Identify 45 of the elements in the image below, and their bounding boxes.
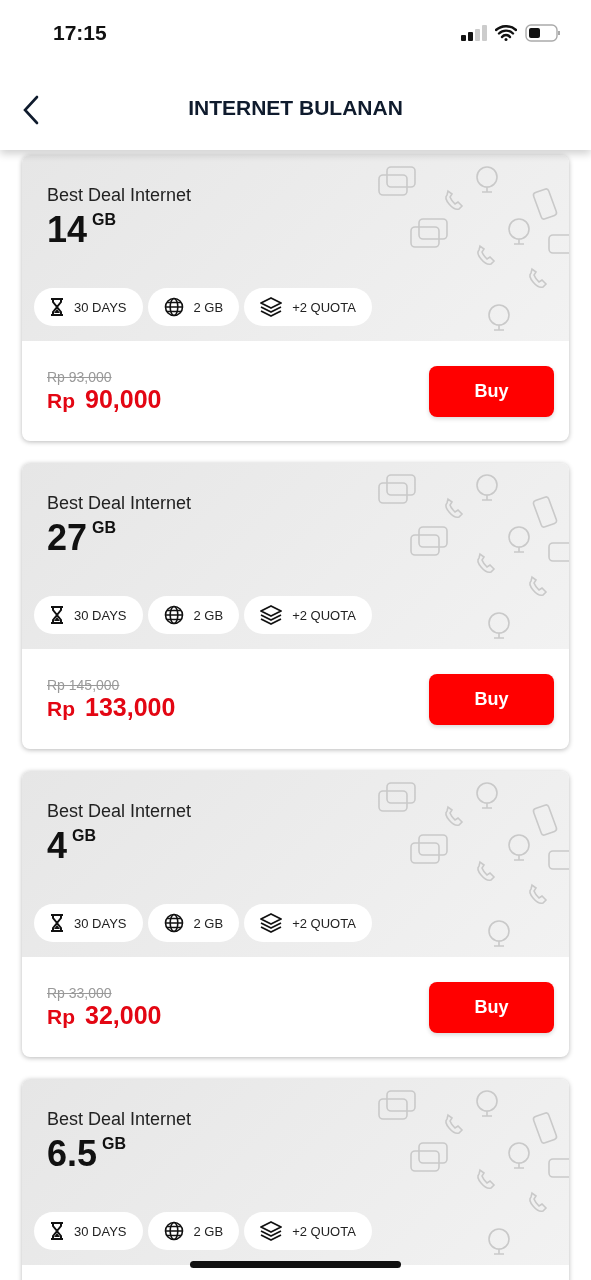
buy-button[interactable]: Buy — [429, 981, 554, 1033]
page-title: INTERNET BULANAN — [188, 95, 403, 120]
benefit-chip: +2 QUOTA — [244, 1212, 372, 1250]
benefit-chip: 2 GB — [147, 904, 240, 942]
original-price: Rp 33,000 — [47, 984, 113, 1001]
currency-label: Rp — [47, 696, 75, 721]
price-amount: 32,000 — [85, 1000, 162, 1030]
package-name: Best Deal Internet — [47, 185, 192, 206]
globe-icon — [163, 605, 184, 625]
signal-icon — [461, 24, 487, 41]
status-time: 17:15 — [53, 20, 107, 45]
benefit-chip: 30 DAYS — [34, 904, 143, 942]
benefit-chip: 2 GB — [147, 288, 240, 326]
layers-icon — [260, 913, 283, 933]
hourglass-icon — [50, 606, 64, 624]
price-amount: 133,000 — [85, 692, 176, 722]
benefit-chip: 30 DAYS — [34, 288, 143, 326]
layers-icon — [260, 1221, 283, 1241]
globe-icon — [163, 297, 184, 317]
hourglass-icon — [50, 914, 64, 932]
benefit-chip: 2 GB — [147, 596, 240, 634]
benefit-chip: +2 QUOTA — [244, 596, 372, 634]
price-amount: 90,000 — [85, 384, 162, 414]
hourglass-icon — [50, 1222, 64, 1240]
globe-icon — [163, 1221, 184, 1241]
package-name: Best Deal Internet — [47, 801, 192, 822]
benefit-chip: 30 DAYS — [34, 596, 143, 634]
original-price: Rp 145,000 — [47, 676, 121, 693]
globe-icon — [163, 913, 184, 933]
benefit-chip: +2 QUOTA — [244, 288, 372, 326]
currency-label: Rp — [47, 1004, 75, 1029]
benefit-chip: +2 QUOTA — [244, 904, 372, 942]
buy-button[interactable]: Buy — [429, 365, 554, 417]
wifi-icon — [495, 24, 517, 41]
benefit-chip: 2 GB — [147, 1212, 240, 1250]
package-name: Best Deal Internet — [47, 493, 192, 514]
hourglass-icon — [50, 298, 64, 316]
benefit-chip: 30 DAYS — [34, 1212, 143, 1250]
original-price: Rp 93,000 — [47, 368, 113, 385]
currency-label: Rp — [47, 388, 75, 413]
layers-icon — [260, 605, 283, 625]
package-name: Best Deal Internet — [47, 1109, 192, 1130]
battery-icon — [525, 23, 561, 42]
buy-button[interactable]: Buy — [429, 673, 554, 725]
layers-icon — [260, 297, 283, 317]
